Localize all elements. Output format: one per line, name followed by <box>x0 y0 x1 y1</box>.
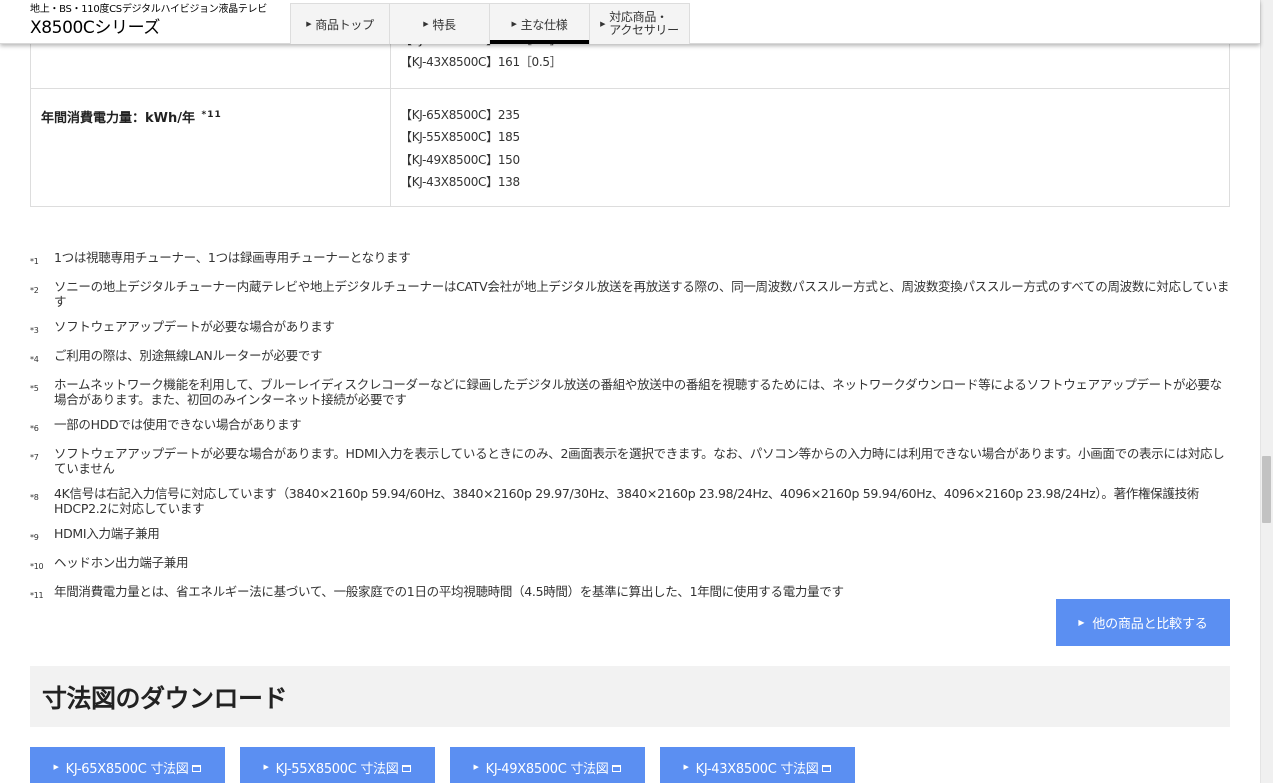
footnote-text: 年間消費電力量とは、省エネルギー法に基づいて、一般家庭での1日の平均視聴時間（4… <box>54 584 844 599</box>
footnote-mark: *11 <box>30 591 44 600</box>
footnote-mark: *5 <box>30 384 39 393</box>
footnote-text: ヘッドホン出力端子兼用 <box>54 555 189 570</box>
new-window-icon <box>822 764 832 772</box>
footnote: *6 一部のHDDでは使用できない場合があります <box>30 417 1230 436</box>
footnote-mark: *8 <box>30 493 39 502</box>
product-subtitle: 地上・BS・110度CSデジタルハイビジョン液晶テレビ <box>30 4 267 15</box>
tab-label-line1: 対応商品・ <box>609 10 668 24</box>
footnote-mark: *7 <box>30 453 39 462</box>
tab-label: 主な仕様 <box>520 17 568 32</box>
tab-features[interactable]: ▶ 特長 <box>390 3 490 44</box>
footnote-mark: *2 <box>30 286 39 295</box>
footnote-text: ソフトウェアアップデートが必要な場合があります。HDMI入力を表示しているときに… <box>54 446 1225 476</box>
compare-products-button[interactable]: ▶ 他の商品と比較する <box>1056 599 1230 646</box>
footnote-text: ホームネットワーク機能を利用して、ブルーレイディスクレコーダーなどに録画したデジ… <box>54 377 1222 407</box>
spec-row-energy: 年間消費電力量：kWh/年 *11 【KJ-65X8500C】235 【KJ-5… <box>30 88 1230 207</box>
footnote: *2 ソニーの地上デジタルチューナー内蔵テレビや地上デジタルチューナーはCATV会… <box>30 279 1230 309</box>
triangle-right-icon: ▶ <box>511 20 517 28</box>
download-label: KJ-49X8500C 寸法図 <box>485 761 609 777</box>
spec-value: 【KJ-43X8500C】138 <box>400 175 520 190</box>
download-49-button[interactable]: ▶ KJ-49X8500C 寸法図 <box>450 747 645 783</box>
footnote-mark: *4 <box>30 355 39 364</box>
download-65-button[interactable]: ▶ KJ-65X8500C 寸法図 <box>30 747 225 783</box>
footnote-text: HDMI入力端子兼用 <box>54 526 160 541</box>
tab-accessories[interactable]: ▶ 対応商品・ アクセサリー <box>590 3 690 44</box>
new-window-icon <box>192 764 202 772</box>
triangle-right-icon: ▶ <box>423 20 429 28</box>
tab-label: 特長 <box>432 17 456 32</box>
download-label: KJ-55X8500C 寸法図 <box>275 761 399 777</box>
spec-value: 【KJ-55X8500C】185 <box>400 130 520 145</box>
brand: 地上・BS・110度CSデジタルハイビジョン液晶テレビ X8500Cシリーズ <box>30 4 267 39</box>
triangle-right-icon: ▶ <box>683 763 689 771</box>
scrollbar-thumb[interactable] <box>1262 456 1271 523</box>
triangle-right-icon: ▶ <box>263 763 269 771</box>
footnote: *8 4K信号は右記入力信号に対応しています（3840×2160p 59.94/6… <box>30 486 1230 516</box>
tab-label: 商品トップ <box>315 17 374 32</box>
footnote-text: ご利用の際は、別途無線LANルーターが必要です <box>54 348 323 363</box>
tab-product-top[interactable]: ▶ 商品トップ <box>290 3 390 44</box>
spec-value: 【KJ-43X8500C】161［0.5］ <box>400 55 562 70</box>
spec-value: 【KJ-49X8500C】150 <box>400 152 520 167</box>
spec-row-label: 年間消費電力量：kWh/年 *11 <box>30 88 391 207</box>
footnote-text: 一部のHDDでは使用できない場合があります <box>54 417 302 432</box>
triangle-right-icon: ▶ <box>473 763 479 771</box>
footnote: *5 ホームネットワーク機能を利用して、ブルーレイディスクレコーダーなどに録画した… <box>30 377 1230 407</box>
footnotes: *1 1つは視聴専用チューナー、1つは録画専用チューナーとなります *2 ソニーの地… <box>30 250 1230 613</box>
triangle-right-icon: ▶ <box>600 20 606 28</box>
download-heading: 寸法図のダウンロード <box>30 666 1230 727</box>
footnote: *4 ご利用の際は、別途無線LANルーターが必要です <box>30 348 1230 367</box>
footnote-mark: *6 <box>30 424 39 433</box>
energy-label: 年間消費電力量：kWh/年 <box>41 111 195 126</box>
footnote: *3 ソフトウェアアップデートが必要な場合があります <box>30 319 1230 338</box>
footnote-mark: *3 <box>30 326 39 335</box>
footnote: *7 ソフトウェアアップデートが必要な場合があります。HDMI入力を表示していると… <box>30 446 1230 476</box>
triangle-right-icon: ▶ <box>53 763 59 771</box>
download-label: KJ-65X8500C 寸法図 <box>65 761 189 777</box>
footnote-text: 1つは視聴専用チューナー、1つは録画専用チューナーとなります <box>54 250 411 265</box>
footnote-text: 4K信号は右記入力信号に対応しています（3840×2160p 59.94/60H… <box>54 486 1199 516</box>
footnote: *9 HDMI入力端子兼用 <box>30 526 1230 545</box>
footnote: *1 1つは視聴専用チューナー、1つは録画専用チューナーとなります <box>30 250 1230 269</box>
footnote-mark: *9 <box>30 533 39 542</box>
scrollbar-track[interactable] <box>1260 0 1273 783</box>
tab-label: 対応商品・ アクセサリー <box>609 11 679 37</box>
footnote-text: ソフトウェアアップデートが必要な場合があります <box>54 319 335 334</box>
note-ref: *11 <box>201 109 222 120</box>
footnote-mark: *1 <box>30 257 39 266</box>
spec-row-values: 【KJ-65X8500C】235 【KJ-55X8500C】185 【KJ-49… <box>390 88 1230 207</box>
tab-main-specs[interactable]: ▶ 主な仕様 <box>490 3 590 44</box>
download-buttons: ▶ KJ-65X8500C 寸法図 ▶ KJ-55X8500C 寸法図 ▶ KJ… <box>30 747 870 783</box>
compare-label: 他の商品と比較する <box>1092 617 1208 632</box>
footnote-text: ソニーの地上デジタルチューナー内蔵テレビや地上デジタルチューナーはCATV会社が… <box>54 279 1230 309</box>
footnote-mark: *10 <box>30 562 44 571</box>
product-title[interactable]: X8500Cシリーズ <box>30 17 267 39</box>
download-label: KJ-43X8500C 寸法図 <box>695 761 819 777</box>
product-tabs: ▶ 商品トップ ▶ 特長 ▶ 主な仕様 ▶ 対応商品・ アクセサリー <box>290 3 690 44</box>
triangle-right-icon: ▶ <box>306 20 312 28</box>
footnote: *10 ヘッドホン出力端子兼用 <box>30 555 1230 574</box>
download-55-button[interactable]: ▶ KJ-55X8500C 寸法図 <box>240 747 435 783</box>
download-43-button[interactable]: ▶ KJ-43X8500C 寸法図 <box>660 747 855 783</box>
spec-value: 【KJ-65X8500C】235 <box>400 108 520 122</box>
footnote: *11 年間消費電力量とは、省エネルギー法に基づいて、一般家庭での1日の平均視聴時… <box>30 584 1230 603</box>
triangle-right-icon: ▶ <box>1078 618 1085 627</box>
product-header: 地上・BS・110度CSデジタルハイビジョン液晶テレビ X8500Cシリーズ ▶… <box>0 0 1260 44</box>
new-window-icon <box>612 764 622 772</box>
tab-label-line2: アクセサリー <box>609 23 679 37</box>
new-window-icon <box>402 764 412 772</box>
